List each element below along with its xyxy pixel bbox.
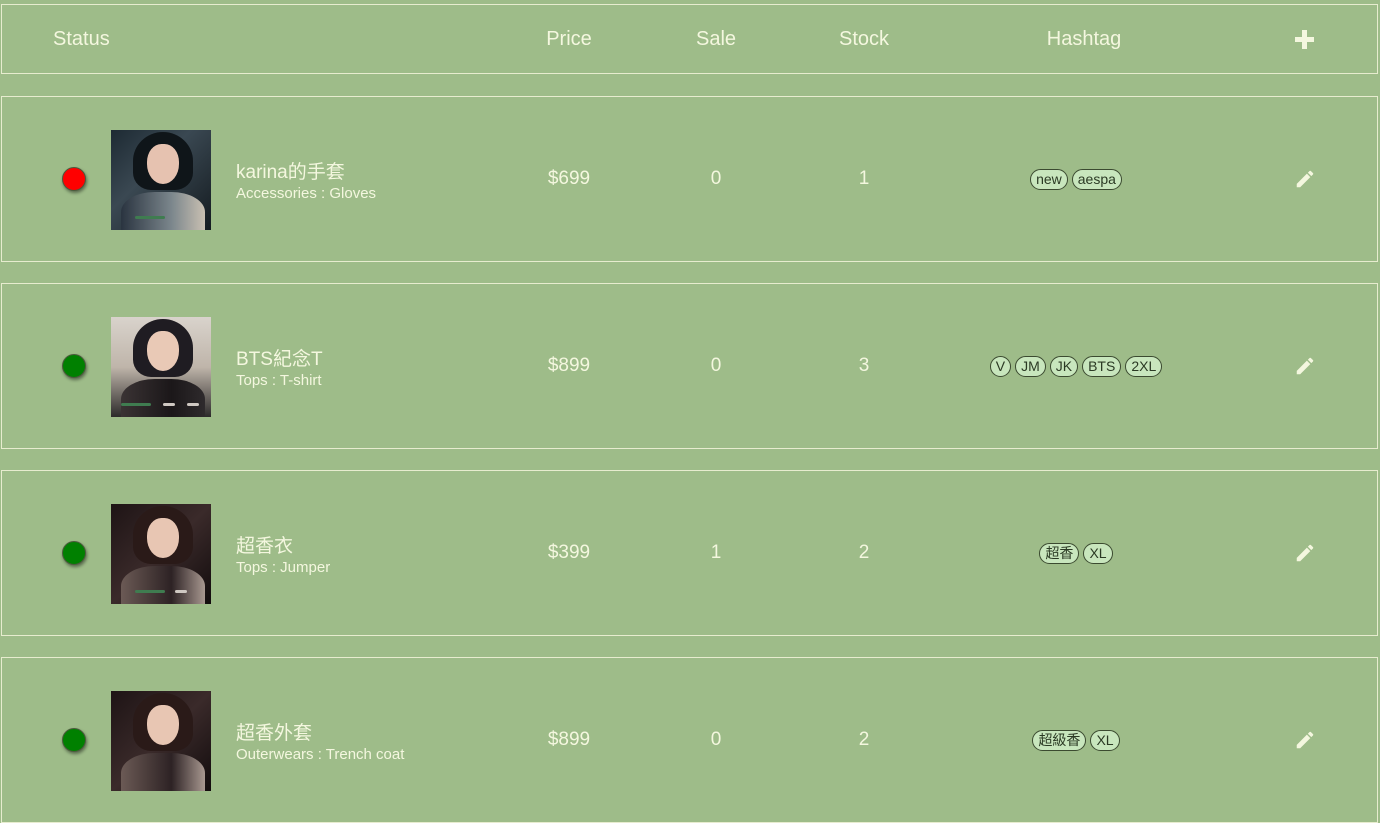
product-category: Outerwears : Trench coat xyxy=(236,746,405,763)
header-sale: Sale xyxy=(695,28,737,50)
product-name: BTS紀念T xyxy=(236,349,323,370)
hashtag-list: new aespa xyxy=(882,169,1270,190)
product-image xyxy=(111,130,211,230)
product-image xyxy=(111,317,211,417)
hashtag-tag[interactable]: BTS xyxy=(1082,356,1122,377)
product-category: Tops : T-shirt xyxy=(236,372,322,389)
pencil-icon[interactable] xyxy=(1294,729,1316,751)
hashtag-tag[interactable]: JK xyxy=(1049,356,1079,377)
table-header: Status Price Sale Stock Hashtag xyxy=(1,4,1378,74)
price-value: $899 xyxy=(547,729,591,750)
price-value: $899 xyxy=(547,355,591,376)
hashtag-list: V JM JK BTS 2XL xyxy=(882,356,1270,377)
hashtag-tag[interactable]: XL xyxy=(1090,730,1120,751)
product-category: Accessories : Gloves xyxy=(236,185,377,202)
product-image xyxy=(111,691,211,791)
product-category: Tops : Jumper xyxy=(236,559,331,576)
pencil-icon[interactable] xyxy=(1294,168,1316,190)
hashtag-list: 超級香 XL xyxy=(882,730,1270,751)
pencil-icon[interactable] xyxy=(1294,542,1316,564)
product-name: 超香衣 xyxy=(236,536,294,557)
header-status: Status xyxy=(53,28,110,50)
sale-value: 0 xyxy=(710,355,722,376)
status-dot[interactable] xyxy=(62,728,86,752)
header-price: Price xyxy=(546,28,592,50)
hashtag-list: 超香 XL xyxy=(882,543,1270,564)
status-dot[interactable] xyxy=(62,541,86,565)
sale-value: 0 xyxy=(710,729,722,750)
status-dot[interactable] xyxy=(62,167,86,191)
price-value: $399 xyxy=(547,542,591,563)
hashtag-tag[interactable]: JM xyxy=(1015,356,1046,377)
hashtag-tag[interactable]: 超香 xyxy=(1039,543,1080,564)
table-row: BTS紀念T Tops : T-shirt $899 0 3 V JM JK BTS 2… xyxy=(1,283,1378,449)
sale-value: 0 xyxy=(710,168,722,189)
header-hashtag: Hashtag xyxy=(1046,28,1122,50)
hashtag-tag[interactable]: V xyxy=(989,356,1012,377)
product-image xyxy=(111,504,211,604)
hashtag-tag[interactable]: new xyxy=(1030,169,1068,190)
price-value: $699 xyxy=(547,168,591,189)
pencil-icon[interactable] xyxy=(1294,355,1316,377)
hashtag-tag[interactable]: 2XL xyxy=(1125,356,1163,377)
header-stock: Stock xyxy=(838,28,890,50)
product-name: karina的手套 xyxy=(236,162,345,183)
plus-icon[interactable] xyxy=(1294,29,1316,51)
sale-value: 1 xyxy=(710,542,722,563)
product-name: 超香外套 xyxy=(236,723,313,744)
hashtag-tag[interactable]: aespa xyxy=(1071,169,1122,190)
status-dot[interactable] xyxy=(62,354,86,378)
hashtag-tag[interactable]: XL xyxy=(1083,543,1113,564)
table-row: 超香外套 Outerwears : Trench coat $899 0 2 超… xyxy=(1,657,1378,823)
table-row: 超香衣 Tops : Jumper $399 1 2 超香 XL xyxy=(1,470,1378,636)
hashtag-tag[interactable]: 超級香 xyxy=(1032,730,1087,751)
table-row: karina的手套 Accessories : Gloves $699 0 1 … xyxy=(1,96,1378,262)
